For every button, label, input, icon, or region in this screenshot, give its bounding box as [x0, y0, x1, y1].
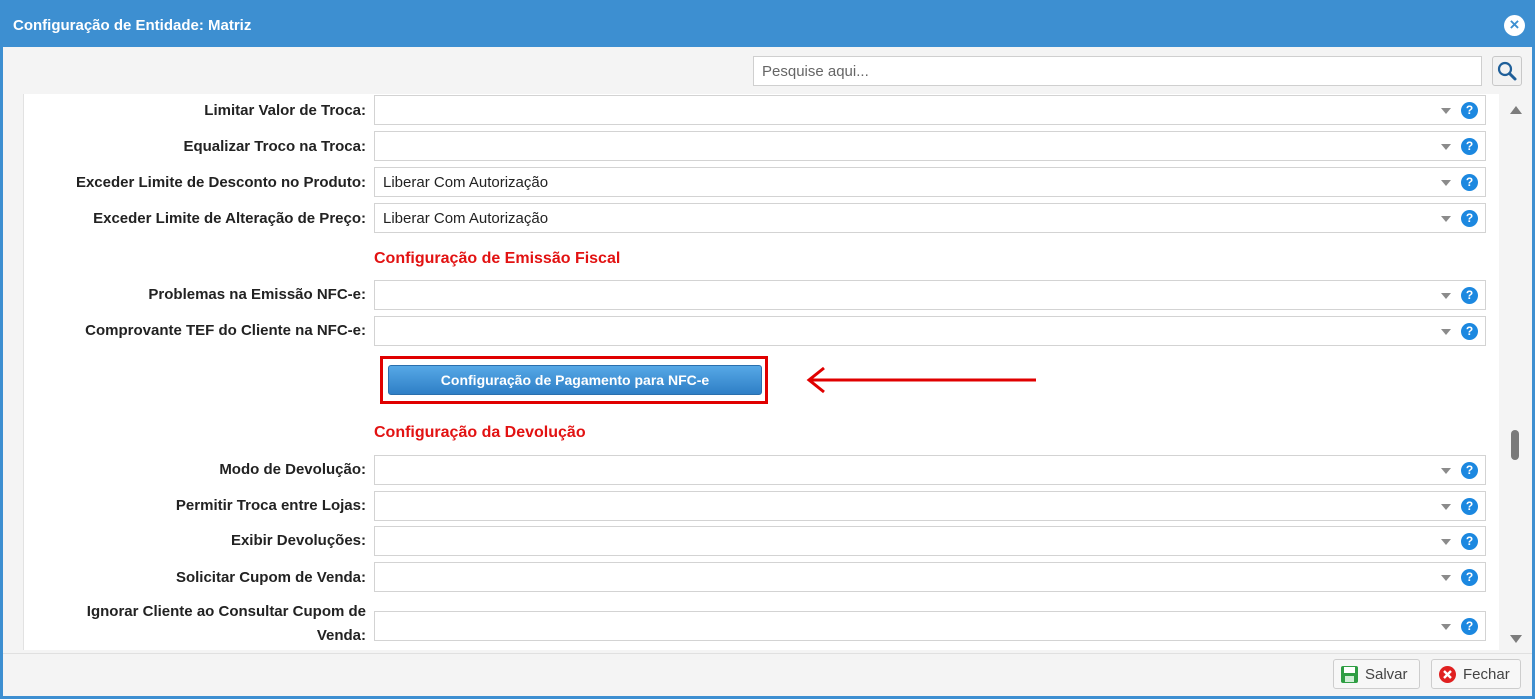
help-icon[interactable]: ?: [1461, 498, 1478, 515]
select-limitar-valor-troca[interactable]: ?: [374, 95, 1486, 125]
close-circle-icon: [1439, 666, 1456, 683]
field-label: Limitar Valor de Troca:: [204, 102, 366, 119]
chevron-down-icon[interactable]: [1441, 329, 1451, 335]
select-comprovante-tef[interactable]: ?: [374, 316, 1486, 346]
help-icon[interactable]: ?: [1461, 618, 1478, 635]
save-label: Salvar: [1365, 666, 1408, 683]
field-label: Permitir Troca entre Lojas:: [175, 497, 366, 514]
select-permitir-troca-lojas[interactable]: ?: [374, 491, 1486, 521]
form-content: Limitar Valor de Troca: ? Equalizar Troc…: [23, 94, 1499, 650]
help-icon[interactable]: ?: [1461, 210, 1478, 227]
scrollbar-thumb[interactable]: [1511, 430, 1519, 460]
chevron-down-icon[interactable]: [1441, 575, 1451, 581]
chevron-down-icon[interactable]: [1441, 624, 1451, 630]
search-button[interactable]: [1492, 56, 1522, 86]
dialog-titlebar: Configuração de Entidade: Matriz ×: [3, 3, 1532, 47]
chevron-down-icon[interactable]: [1441, 144, 1451, 150]
vertical-scrollbar[interactable]: [1503, 94, 1529, 650]
field-label: Problemas na Emissão NFC-e:: [148, 286, 366, 303]
chevron-down-icon[interactable]: [1441, 108, 1451, 114]
select-value: Liberar Com Autorização: [383, 174, 549, 191]
select-exceder-preco[interactable]: Liberar Com Autorização ?: [374, 203, 1486, 233]
field-label: Modo de Devolução:: [219, 461, 366, 478]
dialog-title: Configuração de Entidade: Matriz: [13, 17, 252, 34]
select-equalizar-troco[interactable]: ?: [374, 131, 1486, 161]
select-exibir-devolucoes[interactable]: ?: [374, 526, 1486, 556]
dialog-footer: Salvar Fechar: [3, 653, 1532, 696]
select-exceder-desconto[interactable]: Liberar Com Autorização ?: [374, 167, 1486, 197]
select-problemas-emissao[interactable]: ?: [374, 280, 1486, 310]
select-ignorar-cliente[interactable]: ?: [374, 611, 1486, 641]
help-icon[interactable]: ?: [1461, 569, 1478, 586]
chevron-down-icon[interactable]: [1441, 216, 1451, 222]
field-label: Exceder Limite de Alteração de Preço:: [93, 210, 366, 227]
section-title-devolucao: Configuração da Devolução: [374, 424, 586, 441]
help-icon[interactable]: ?: [1461, 102, 1478, 119]
close-icon[interactable]: ×: [1504, 15, 1525, 36]
close-label: Fechar: [1463, 666, 1510, 683]
scroll-up-icon[interactable]: [1510, 106, 1522, 114]
field-label: Comprovante TEF do Cliente na NFC-e:: [85, 322, 366, 339]
highlight-annotation-box: Configuração de Pagamento para NFC-e: [380, 356, 768, 404]
field-label: Equalizar Troco na Troca:: [183, 138, 366, 155]
field-label: Solicitar Cupom de Venda:: [175, 569, 366, 586]
help-icon[interactable]: ?: [1461, 533, 1478, 550]
search-input[interactable]: [753, 56, 1482, 86]
field-label: Exibir Devoluções:: [230, 532, 366, 549]
save-button[interactable]: Salvar: [1333, 659, 1420, 689]
help-icon[interactable]: ?: [1461, 138, 1478, 155]
search-toolbar: [3, 47, 1532, 93]
chevron-down-icon[interactable]: [1441, 504, 1451, 510]
help-icon[interactable]: ?: [1461, 323, 1478, 340]
help-icon[interactable]: ?: [1461, 287, 1478, 304]
section-title-fiscal: Configuração de Emissão Fiscal: [374, 250, 621, 267]
field-label: Ignorar Cliente ao Consultar Cupom de Ve…: [26, 600, 366, 648]
search-icon: [1497, 61, 1517, 81]
config-dialog: Configuração de Entidade: Matriz × Limit…: [0, 0, 1535, 699]
field-label: Exceder Limite de Desconto no Produto:: [75, 174, 366, 191]
select-modo-devolucao[interactable]: ?: [374, 455, 1486, 485]
field-label-line: Ignorar Cliente ao Consultar Cupom de: [86, 603, 366, 620]
select-solicitar-cupom[interactable]: ?: [374, 562, 1486, 592]
payment-config-button[interactable]: Configuração de Pagamento para NFC-e: [388, 365, 762, 395]
arrow-left-icon: [806, 366, 1036, 394]
chevron-down-icon[interactable]: [1441, 180, 1451, 186]
chevron-down-icon[interactable]: [1441, 468, 1451, 474]
save-icon: [1341, 666, 1358, 683]
help-icon[interactable]: ?: [1461, 174, 1478, 191]
close-button[interactable]: Fechar: [1431, 659, 1521, 689]
chevron-down-icon[interactable]: [1441, 539, 1451, 545]
select-value: Liberar Com Autorização: [383, 210, 549, 227]
field-label-line: Venda:: [316, 627, 366, 644]
chevron-down-icon[interactable]: [1441, 293, 1451, 299]
scroll-down-icon[interactable]: [1510, 635, 1522, 643]
help-icon[interactable]: ?: [1461, 462, 1478, 479]
